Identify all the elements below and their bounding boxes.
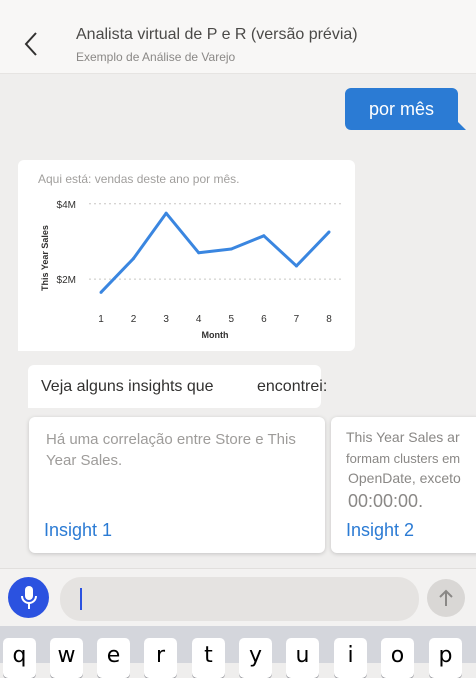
- key-u[interactable]: u: [286, 638, 319, 678]
- insight-2-link[interactable]: Insight 2: [346, 520, 414, 541]
- insight-description: Há uma correlação entre Store e This Yea…: [46, 431, 296, 469]
- send-arrow-icon: [439, 589, 453, 606]
- on-screen-keyboard: q w e r t y u i o p: [0, 626, 476, 678]
- insight-text-line: formam clusters em: [346, 451, 461, 466]
- key-i[interactable]: i: [334, 638, 367, 678]
- bubble-tail: [456, 120, 466, 130]
- key-r[interactable]: r: [144, 638, 177, 678]
- chart-data-point[interactable]: [229, 247, 233, 251]
- back-arrow-icon: [24, 32, 37, 56]
- key-e[interactable]: e: [97, 638, 130, 678]
- x-tick-label: 5: [229, 314, 235, 325]
- insights-intro-bubble: Veja alguns insights que encontrei:: [28, 365, 327, 408]
- key-p[interactable]: p: [429, 638, 462, 678]
- key-w[interactable]: w: [50, 638, 83, 678]
- insight-card-2[interactable]: This Year Sales ar formam clusters em Op…: [331, 417, 476, 553]
- key-o[interactable]: o: [381, 638, 414, 678]
- x-tick-label: 2: [131, 314, 137, 325]
- text-caret: [80, 588, 82, 610]
- page-subtitle: Exemplo de Análise de Varejo: [76, 50, 236, 64]
- chart-data-point[interactable]: [327, 230, 331, 234]
- question-input[interactable]: [60, 577, 419, 621]
- x-tick-label: 7: [294, 314, 300, 325]
- chart-series-line: [99, 211, 331, 294]
- chart-data-point[interactable]: [294, 264, 298, 268]
- microphone-button[interactable]: [8, 577, 49, 618]
- insights-intro-text: Veja alguns insights que: [41, 378, 214, 395]
- user-message-bubble: por mês: [345, 88, 466, 130]
- y-tick-label: $4M: [57, 200, 76, 211]
- microphone-icon: [20, 585, 37, 609]
- x-tick-label: 4: [196, 314, 202, 325]
- user-message-text: por mês: [368, 98, 435, 119]
- page-title: Analista virtual de P e R (versão prévia…: [76, 26, 358, 43]
- insight-card-1[interactable]: Há uma correlação entre Store e This Yea…: [29, 417, 325, 553]
- x-tick-label: 3: [163, 314, 169, 325]
- key-y[interactable]: y: [239, 638, 272, 678]
- sales-line-chart: This Year Sales Month $2M $4M 1 2 3 4 5 6 7 8: [40, 200, 343, 340]
- chart-data-point[interactable]: [262, 234, 266, 238]
- key-q[interactable]: q: [3, 638, 36, 678]
- chart-data-point[interactable]: [99, 290, 103, 294]
- key-t[interactable]: t: [192, 638, 225, 678]
- insight-title: This Year Sales ar: [346, 429, 460, 445]
- x-tick-label: 6: [261, 314, 267, 325]
- x-tick-label: 8: [326, 314, 332, 325]
- chart-data-point[interactable]: [132, 256, 136, 260]
- send-button[interactable]: [427, 579, 465, 617]
- y-tick-label: $2M: [57, 275, 76, 286]
- header-bar: Analista virtual de P e R (versão prévia…: [0, 0, 476, 74]
- message-input-bar: [0, 568, 476, 627]
- chart-data-point[interactable]: [197, 251, 201, 255]
- insight-text-line: 00:00:00.: [348, 491, 424, 511]
- x-tick-label: 1: [98, 314, 104, 325]
- insight-1-link[interactable]: Insight 1: [44, 520, 112, 541]
- chart-x-axis-label: Month: [202, 330, 229, 340]
- chart-y-axis-label: This Year Sales: [40, 225, 50, 291]
- chart-card[interactable]: Aqui está: vendas deste ano por mês. Thi…: [18, 160, 355, 351]
- chart-data-point[interactable]: [164, 211, 168, 215]
- back-button[interactable]: [14, 26, 50, 62]
- insight-text-line: OpenDate, exceto: [348, 470, 461, 486]
- insights-intro-text-end: encontrei:: [257, 378, 328, 395]
